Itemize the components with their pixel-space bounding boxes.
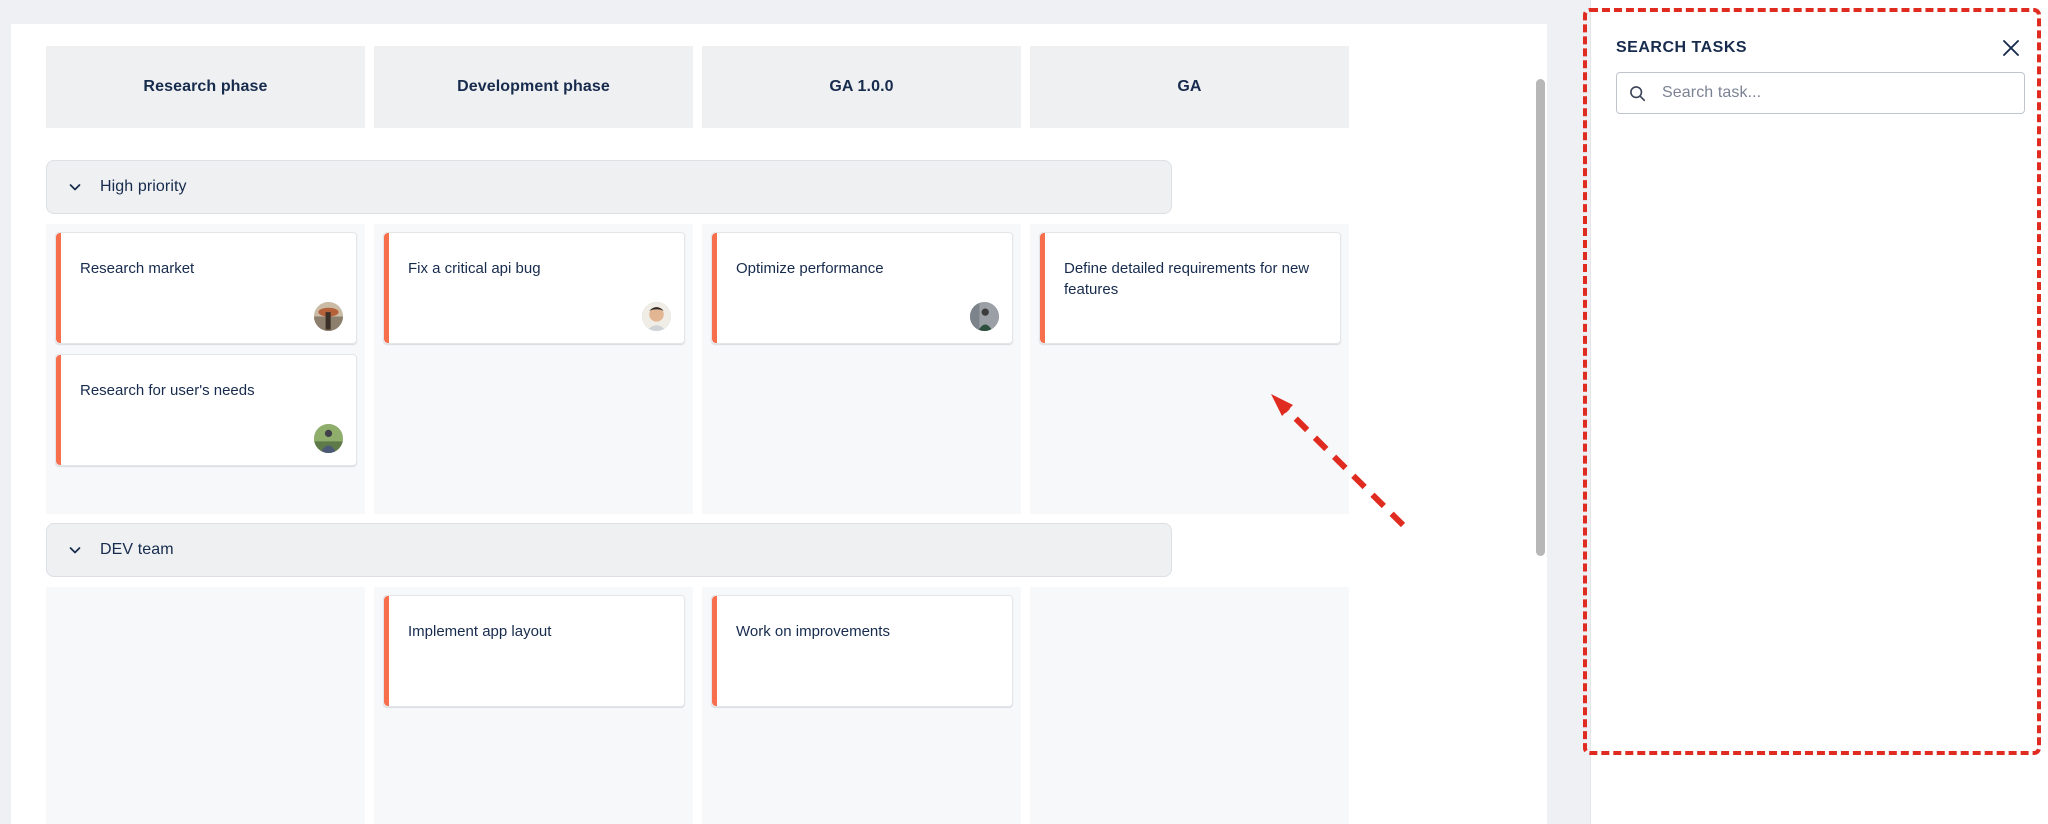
lane-cell-ga[interactable]: [1030, 587, 1349, 824]
chevron-down-icon[interactable]: [64, 539, 86, 561]
task-card[interactable]: Fix a critical api bug: [383, 232, 685, 344]
search-tasks-panel: SEARCH TASKS Search task...: [1590, 0, 2048, 824]
task-card[interactable]: Define detailed requirements for new fea…: [1039, 232, 1341, 344]
board-scroll-viewport[interactable]: Research phase Development phase GA 1.0.…: [11, 24, 1547, 824]
column-header-research-phase[interactable]: Research phase: [46, 46, 365, 128]
lane-cell-development-phase[interactable]: Fix a critical api bug: [374, 224, 693, 514]
group-header-dev-team[interactable]: DEV team: [46, 523, 1172, 577]
board-column-headers: Research phase Development phase GA 1.0.…: [46, 46, 1349, 128]
column-header-label: Development phase: [457, 78, 610, 95]
avatar-image: [314, 302, 343, 331]
board-vertical-scrollbar[interactable]: [1533, 48, 1547, 824]
column-header-label: GA 1.0.0: [829, 78, 894, 95]
board-sheet: Research phase Development phase GA 1.0.…: [11, 24, 1547, 824]
column-header-label: Research phase: [143, 78, 268, 95]
search-panel-header: SEARCH TASKS: [1616, 36, 2024, 60]
column-header-label: GA: [1177, 78, 1202, 95]
avatar-image: [970, 302, 999, 331]
task-card[interactable]: Research for user's needs: [55, 354, 357, 466]
lane-cell-research-phase[interactable]: Research market Research for user's need…: [46, 224, 365, 514]
scrollbar-thumb[interactable]: [1536, 79, 1545, 556]
column-header-ga-100[interactable]: GA 1.0.0: [702, 46, 1021, 128]
task-card[interactable]: Research market: [55, 232, 357, 344]
task-card[interactable]: Optimize performance: [711, 232, 1013, 344]
search-input-placeholder: Search task...: [1662, 84, 1762, 101]
task-card[interactable]: Work on improvements: [711, 595, 1013, 707]
task-card-title: Research market: [80, 260, 195, 277]
group-header-label: High priority: [100, 178, 187, 195]
group-header-label: DEV team: [100, 541, 174, 558]
lane-cell-ga-100[interactable]: Work on improvements: [702, 587, 1021, 824]
avatar[interactable]: [642, 302, 671, 331]
lane-cell-research-phase[interactable]: [46, 587, 365, 824]
group-header-high-priority[interactable]: High priority: [46, 160, 1172, 214]
swimlane-high-priority: Research market Research for user's need…: [46, 224, 1349, 514]
task-card-title: Research for user's needs: [80, 382, 255, 399]
swimlane-dev-team: Implement app layout Work on improvement…: [46, 587, 1349, 824]
task-card-title: Implement app layout: [408, 623, 552, 640]
avatar-highlighted[interactable]: [970, 302, 999, 331]
lane-cell-ga-100[interactable]: Optimize performance: [702, 224, 1021, 514]
lane-cell-ga[interactable]: Define detailed requirements for new fea…: [1030, 224, 1349, 514]
search-panel-title: SEARCH TASKS: [1616, 39, 1748, 56]
avatar-image: [314, 424, 343, 453]
chevron-down-icon[interactable]: [64, 176, 86, 198]
search-input[interactable]: Search task...: [1616, 72, 2025, 114]
close-icon[interactable]: [1998, 35, 2024, 61]
search-icon: [1629, 85, 1651, 102]
task-card-title: Optimize performance: [736, 260, 884, 277]
avatar[interactable]: [314, 424, 343, 453]
task-card-title: Work on improvements: [736, 623, 890, 640]
task-card-title: Define detailed requirements for new fea…: [1064, 260, 1310, 298]
column-header-ga[interactable]: GA: [1030, 46, 1349, 128]
avatar[interactable]: [314, 302, 343, 331]
avatar-image: [642, 302, 671, 331]
task-card-title: Fix a critical api bug: [408, 260, 541, 277]
task-card[interactable]: Implement app layout: [383, 595, 685, 707]
lane-cell-development-phase[interactable]: Implement app layout: [374, 587, 693, 824]
column-header-development-phase[interactable]: Development phase: [374, 46, 693, 128]
